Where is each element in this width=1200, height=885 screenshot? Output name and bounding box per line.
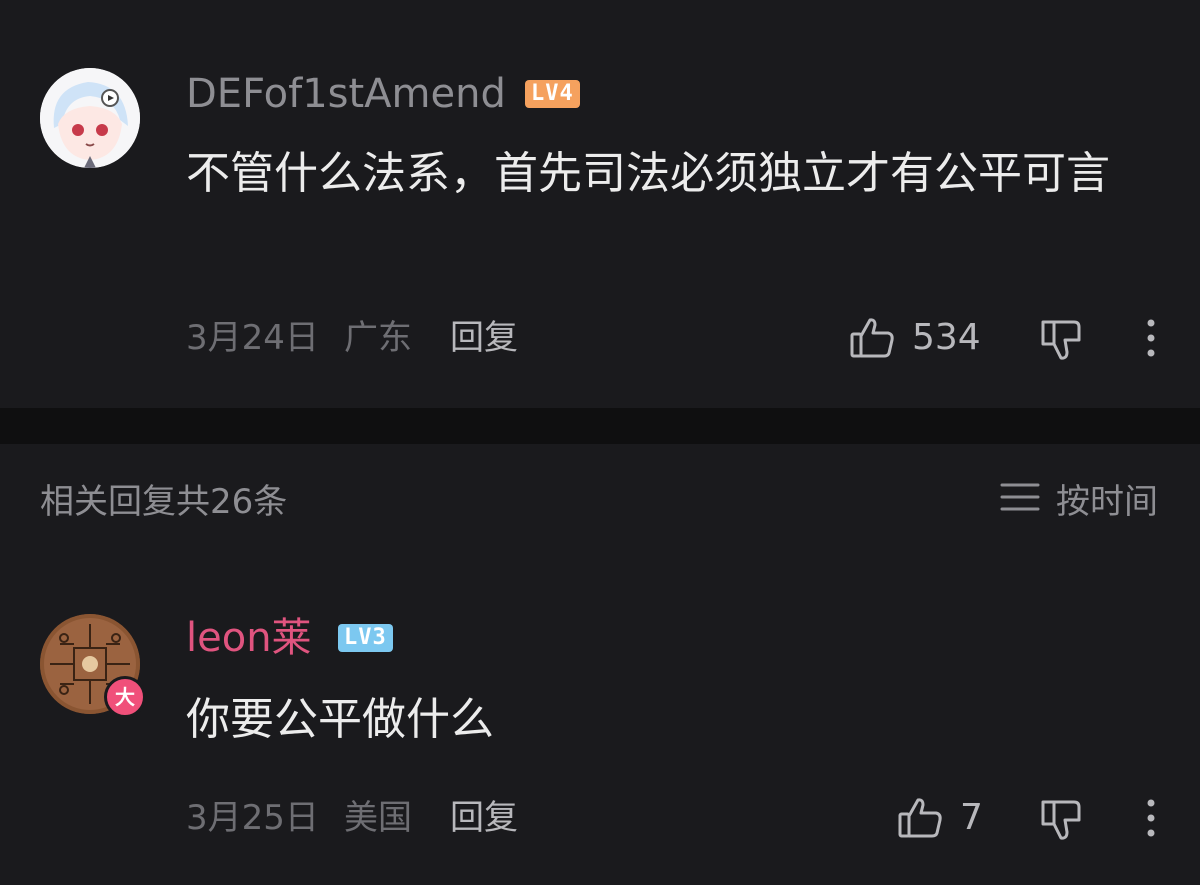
- replies-count-title: 相关回复共26条: [40, 482, 288, 522]
- section-divider: [0, 408, 1200, 444]
- reply-username[interactable]: leon莱: [186, 614, 312, 662]
- level-badge: LV4: [525, 80, 580, 108]
- thumbs-up-icon[interactable]: [848, 314, 896, 366]
- like-count: 7: [960, 797, 983, 838]
- reply-date: 3月25日: [186, 798, 319, 838]
- comment-username[interactable]: DEFof1stAmend: [186, 70, 506, 118]
- reply-button[interactable]: 回复: [450, 318, 518, 358]
- comment-date: 3月24日: [186, 318, 319, 358]
- list-icon: [1000, 480, 1040, 524]
- reply-button[interactable]: 回复: [450, 798, 518, 838]
- thumbs-up-icon[interactable]: [896, 794, 944, 846]
- level-badge: LV3: [338, 624, 393, 652]
- thumbs-down-icon[interactable]: [1038, 316, 1086, 368]
- vip-badge: 大: [104, 676, 146, 718]
- comment-text: 不管什么法系，首先司法必须独立才有公平可言: [186, 148, 1110, 199]
- sort-label: 按时间: [1056, 482, 1158, 522]
- reply-text: 你要公平做什么: [186, 694, 494, 745]
- anime-avatar-image: [40, 68, 140, 168]
- like-count: 534: [912, 317, 981, 358]
- avatar[interactable]: [40, 68, 140, 168]
- more-options-icon[interactable]: [1142, 318, 1160, 362]
- thumbs-down-icon[interactable]: [1038, 796, 1086, 848]
- more-options-icon[interactable]: [1142, 798, 1160, 842]
- sort-button[interactable]: 按时间: [1000, 480, 1158, 524]
- reply-location: 美国: [344, 798, 412, 838]
- comment-location: 广东: [344, 318, 412, 358]
